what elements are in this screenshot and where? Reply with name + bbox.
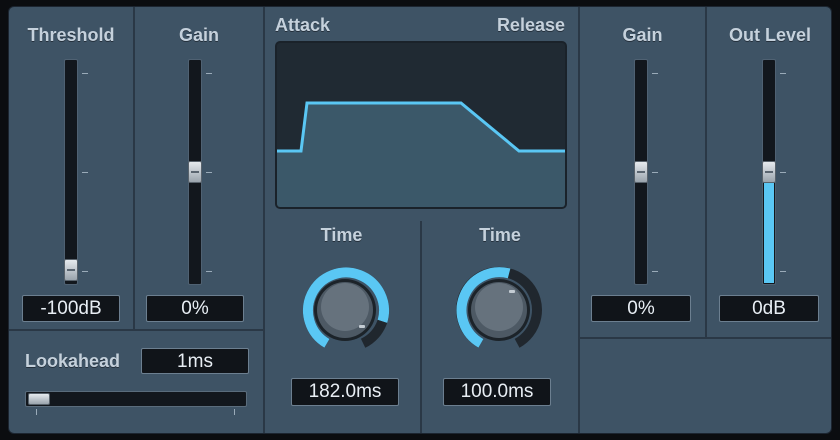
- out-level-slider-thumb[interactable]: [762, 161, 776, 183]
- envelope-graph: [275, 41, 567, 209]
- tick-mark: [234, 409, 235, 415]
- tick-mark: [206, 271, 212, 272]
- gain-right-label: Gain: [622, 25, 663, 45]
- threshold-label: Threshold: [27, 25, 115, 45]
- divider: [578, 7, 580, 433]
- lookahead-slider-thumb[interactable]: [28, 393, 50, 405]
- gain-left-slider-thumb[interactable]: [188, 161, 202, 183]
- out-level-slider[interactable]: [762, 59, 776, 285]
- attack-time-label: Time: [320, 225, 363, 245]
- attack-label: Attack: [275, 15, 331, 35]
- gain-left-label: Gain: [178, 25, 219, 45]
- out-level-label: Out Level: [728, 25, 812, 45]
- tick-mark: [82, 172, 88, 173]
- divider: [705, 7, 707, 337]
- tick-mark: [652, 172, 658, 173]
- attack-time-value-display[interactable]: 182.0ms: [291, 378, 399, 406]
- attack-time-knob[interactable]: [290, 259, 400, 369]
- threshold-slider[interactable]: [64, 59, 78, 285]
- gain-right-slider-thumb[interactable]: [634, 161, 648, 183]
- tick-mark: [780, 271, 786, 272]
- release-time-knob[interactable]: [444, 259, 554, 369]
- tick-mark: [652, 73, 658, 74]
- gate-plugin-panel: Threshold -100dB Gain 0% Attack Release …: [8, 6, 832, 434]
- divider: [420, 221, 422, 433]
- divider: [263, 7, 265, 433]
- envelope-curve: [277, 101, 565, 207]
- gain-left-slider[interactable]: [188, 59, 202, 285]
- divider: [578, 337, 831, 339]
- release-label: Release: [496, 15, 565, 35]
- gain-left-value-display[interactable]: 0%: [146, 295, 244, 322]
- tick-mark: [82, 73, 88, 74]
- tick-mark: [780, 172, 786, 173]
- gain-right-value-display[interactable]: 0%: [591, 295, 691, 322]
- threshold-value-display[interactable]: -100dB: [22, 295, 120, 322]
- tick-mark: [82, 271, 88, 272]
- threshold-slider-thumb[interactable]: [64, 259, 78, 281]
- release-time-label: Time: [479, 225, 521, 245]
- tick-mark: [780, 73, 786, 74]
- lookahead-label: Lookahead: [25, 351, 121, 371]
- tick-mark: [36, 409, 37, 415]
- lookahead-value-display[interactable]: 1ms: [141, 348, 249, 374]
- tick-mark: [206, 73, 212, 74]
- divider: [9, 329, 263, 331]
- lookahead-slider[interactable]: [25, 391, 247, 407]
- tick-mark: [652, 271, 658, 272]
- release-time-value-display[interactable]: 100.0ms: [443, 378, 551, 406]
- out-level-meter-fill: [764, 172, 774, 283]
- divider: [133, 7, 135, 329]
- out-level-value-display[interactable]: 0dB: [719, 295, 819, 322]
- tick-mark: [206, 172, 212, 173]
- gain-right-slider[interactable]: [634, 59, 648, 285]
